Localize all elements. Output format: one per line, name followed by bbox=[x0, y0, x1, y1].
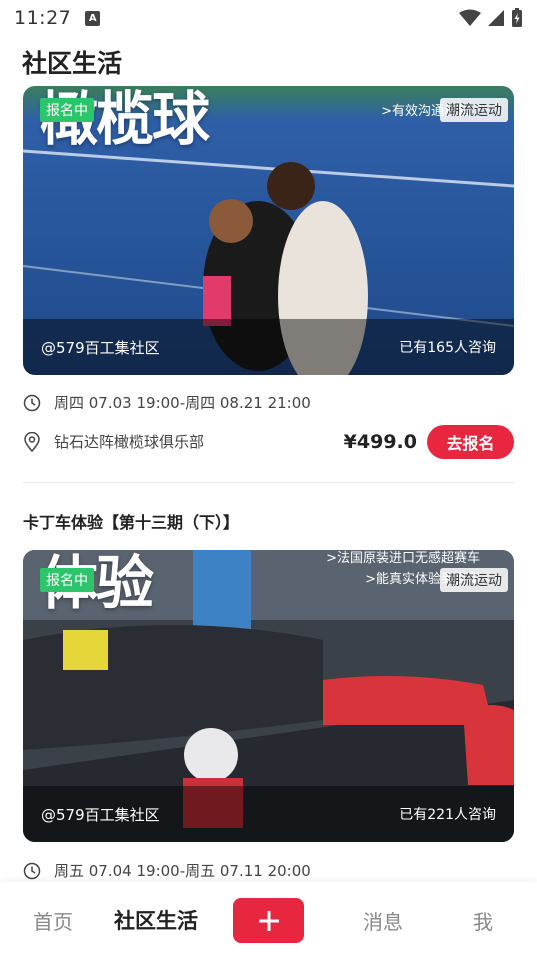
bottom-nav: 首页 社区生活 消息 我 bbox=[0, 882, 537, 954]
page-title: 社区生活 bbox=[22, 49, 123, 78]
activity-location-text: 钻石达阵橄榄球俱乐部 bbox=[54, 433, 205, 451]
activity-feed[interactable]: 橄榄球 报名中 >有效沟通和超 潮流运动 @579百工集社区 已有165人咨询 … bbox=[0, 86, 537, 882]
activity-card-image[interactable]: 橄榄球 报名中 >有效沟通和超 潮流运动 @579百工集社区 已有165人咨询 bbox=[23, 86, 514, 375]
battery-icon bbox=[512, 8, 522, 27]
signal-icon bbox=[488, 10, 504, 26]
nav-messages[interactable]: 消息 bbox=[363, 906, 403, 935]
consult-count: 已有165人咨询 bbox=[399, 340, 496, 356]
image-info-bar: @579百工集社区 已有165人咨询 bbox=[23, 319, 514, 375]
nav-home[interactable]: 首页 bbox=[33, 906, 73, 935]
activity-card-image[interactable]: 体验 >法国原装进口无感超赛车 >能真实体验到赛车 报名中 潮流运动 @579百… bbox=[23, 550, 514, 842]
add-post-button[interactable] bbox=[233, 898, 304, 943]
community-name: @579百工集社区 bbox=[41, 338, 160, 357]
plus-icon bbox=[258, 910, 279, 931]
image-info-bar: @579百工集社区 已有221人咨询 bbox=[23, 786, 514, 842]
nav-me[interactable]: 我 bbox=[473, 906, 493, 935]
community-name: @579百工集社区 bbox=[41, 805, 160, 824]
activity-time: 周五 07.04 19:00-周五 07.11 20:00 bbox=[23, 860, 311, 881]
clock-icon bbox=[23, 862, 41, 879]
clock-icon bbox=[23, 394, 41, 411]
signup-button[interactable]: 去报名 bbox=[427, 425, 514, 459]
location-pin-icon bbox=[24, 431, 40, 452]
notification-icon: A bbox=[85, 10, 101, 26]
poster-caption: >法国原装进口无感超赛车 bbox=[326, 551, 480, 566]
status-badge: 报名中 bbox=[40, 568, 94, 592]
category-tag: 潮流运动 bbox=[440, 568, 508, 592]
activity-time-text: 周四 07.03 19:00-周四 08.21 21:00 bbox=[54, 394, 311, 412]
activity-time: 周四 07.03 19:00-周四 08.21 21:00 bbox=[23, 392, 311, 413]
status-indicators bbox=[459, 8, 523, 28]
consult-count: 已有221人咨询 bbox=[399, 807, 496, 823]
category-tag: 潮流运动 bbox=[440, 98, 508, 122]
activity-location: 钻石达阵橄榄球俱乐部 bbox=[23, 431, 204, 452]
status-badge: 报名中 bbox=[40, 98, 94, 122]
status-time: 11:27 bbox=[14, 7, 72, 29]
activity-time-text: 周五 07.04 19:00-周五 07.11 20:00 bbox=[54, 862, 311, 880]
card-divider bbox=[23, 482, 514, 483]
activity-price: ¥499.0 bbox=[343, 431, 417, 453]
wifi-icon bbox=[459, 9, 481, 26]
activity-title[interactable]: 卡丁车体验【第十三期（下）】 bbox=[23, 509, 239, 533]
nav-community[interactable]: 社区生活 bbox=[114, 905, 198, 935]
status-bar: 11:27 A bbox=[0, 0, 537, 36]
